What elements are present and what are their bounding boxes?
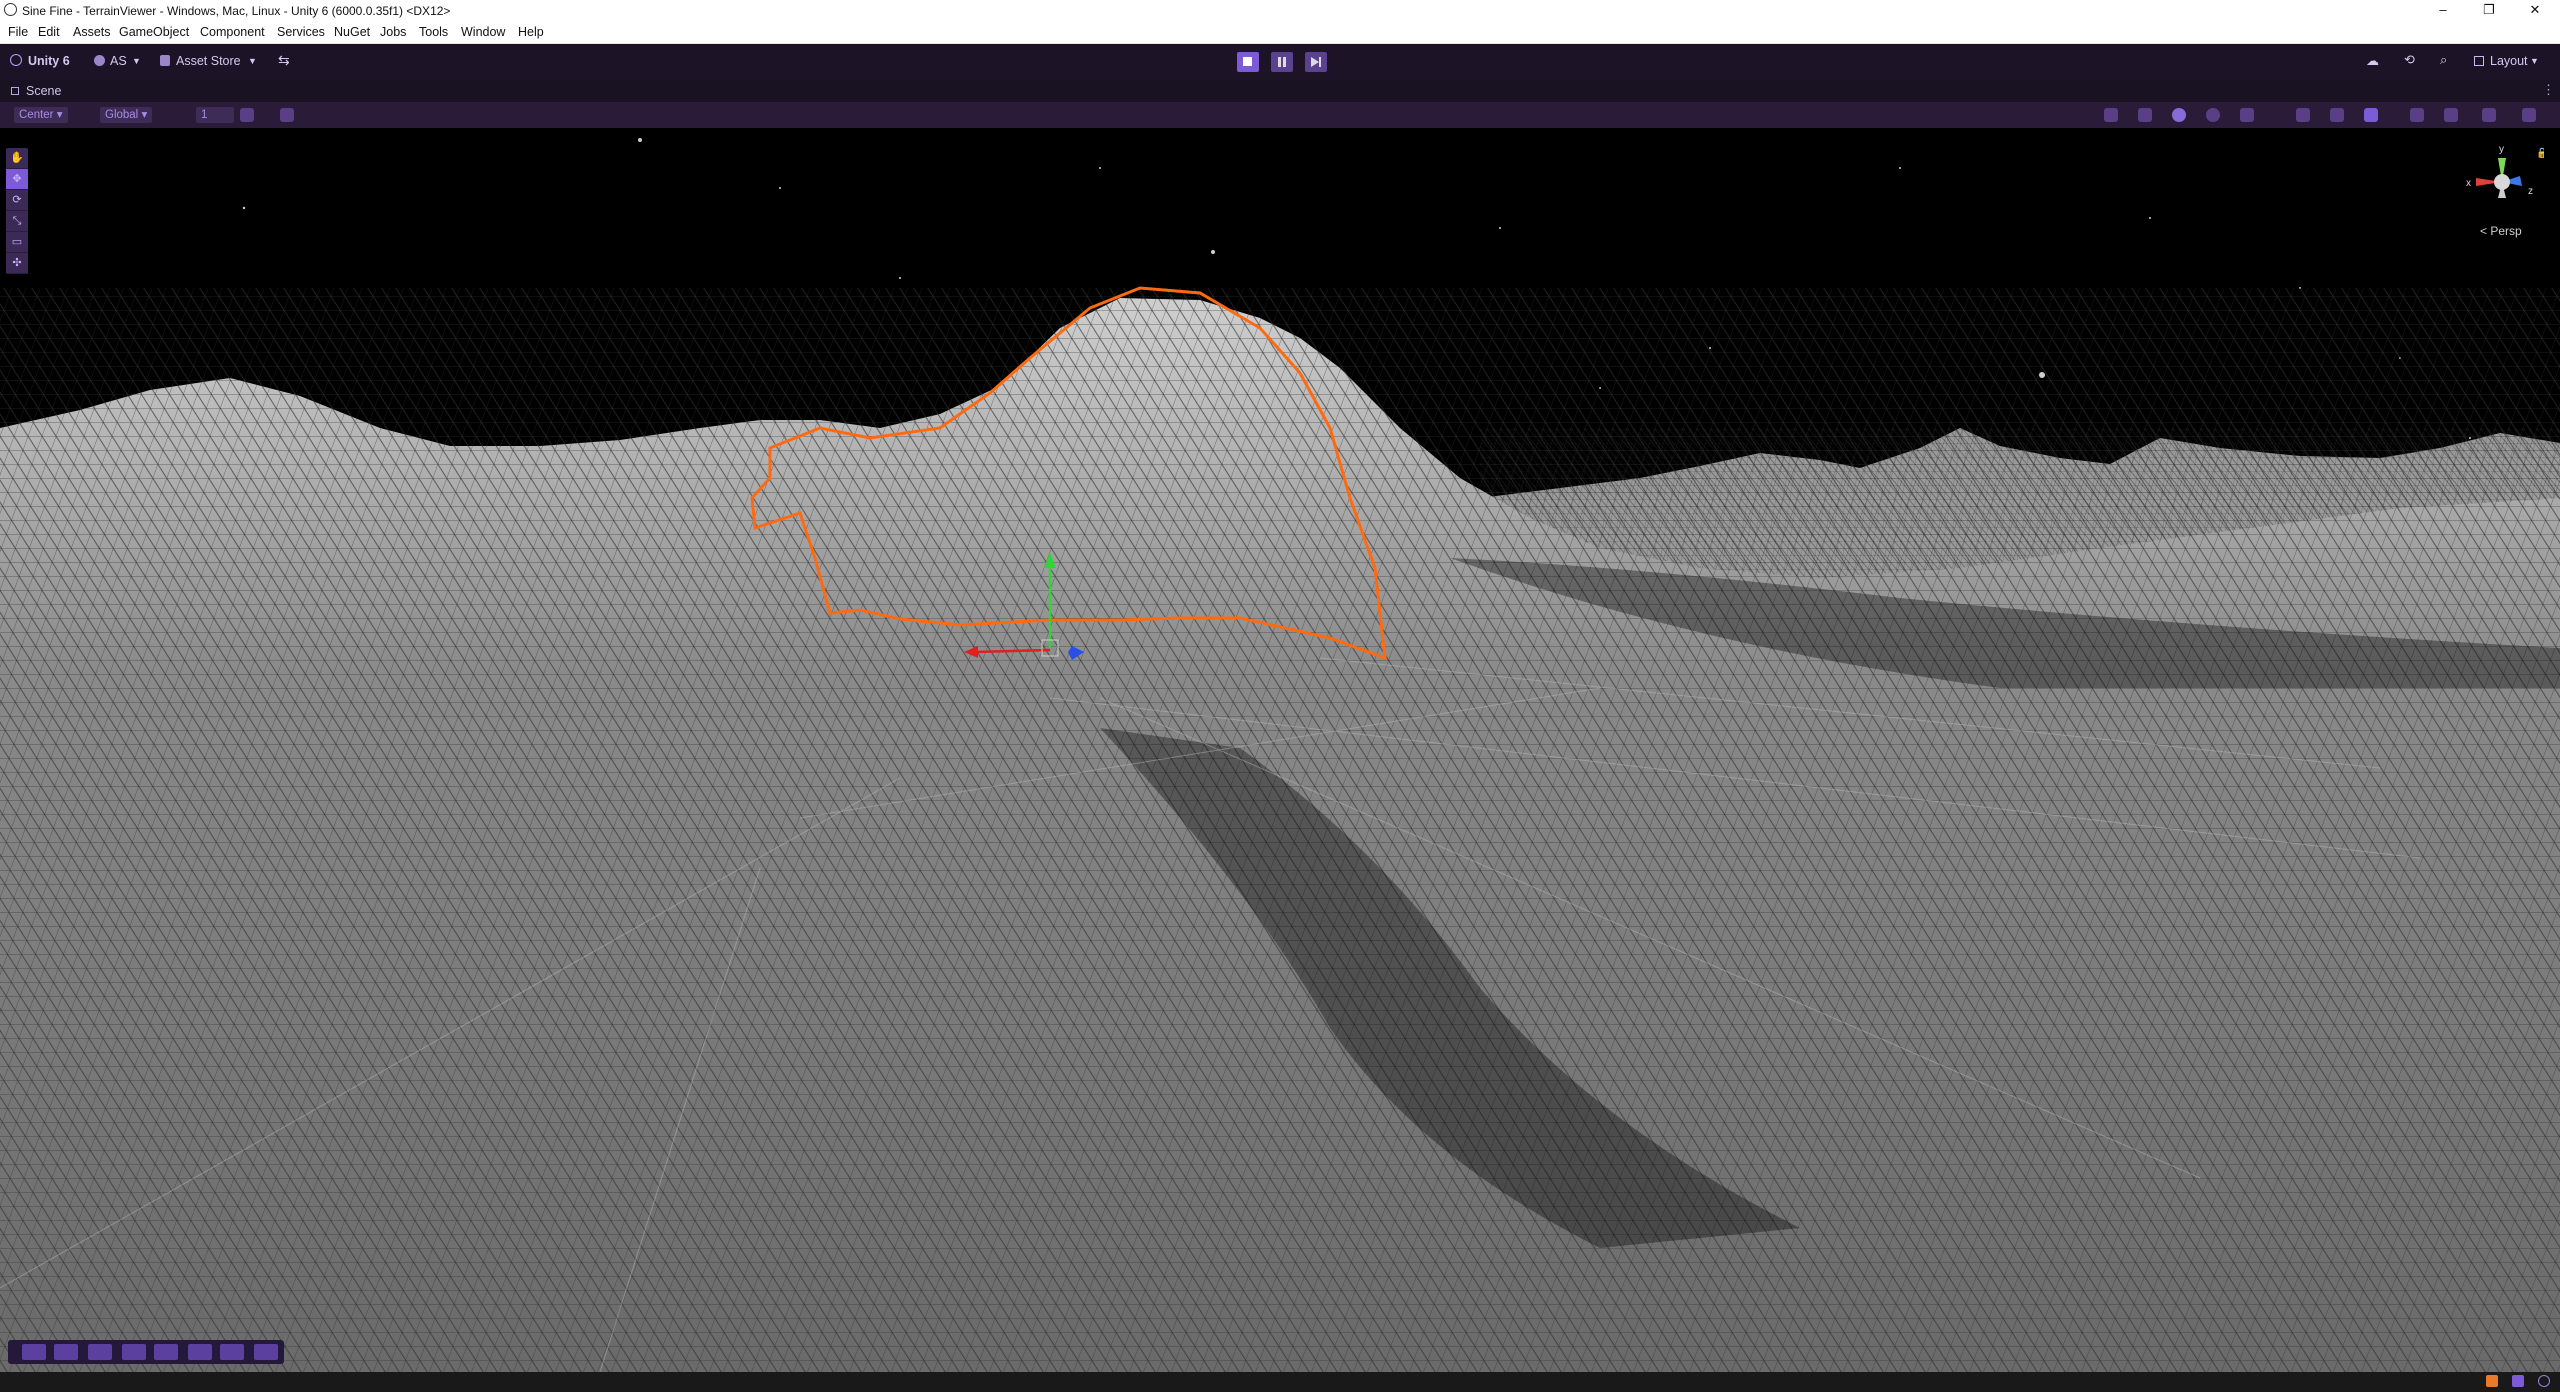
chevron-down-icon: ▼ [2530, 56, 2539, 66]
paint-icon[interactable] [122, 1344, 146, 1360]
snap-icon[interactable] [280, 108, 294, 122]
grid-visibility-icon[interactable] [240, 108, 254, 122]
tab-menu-icon[interactable]: ⋮ [2542, 82, 2555, 98]
minimize-button[interactable]: – [2420, 0, 2466, 20]
move-icon[interactable] [22, 1344, 46, 1360]
gizmo-y-label: y [2499, 144, 2504, 155]
gizmo-z-label: z [2528, 186, 2533, 197]
scene-tab-icon [11, 87, 19, 95]
gizmos-icon[interactable] [2522, 108, 2536, 122]
asset-store-icon [160, 55, 170, 66]
step-icon [1311, 57, 1319, 67]
main-toolbar: Unity 6 AS ▼ Asset Store ▼ ⇆ ☁ ⟲ ⌕ Layou… [0, 44, 2560, 80]
menu-component[interactable]: Component [200, 25, 265, 39]
scene-viewport[interactable] [0, 128, 2560, 1372]
menu-bar: File Edit Assets GameObject Component Se… [0, 20, 2560, 44]
layout-dropdown[interactable]: Layout [2490, 54, 2528, 68]
lock-icon: 🔒 [2536, 147, 2544, 159]
menu-window[interactable]: Window [461, 25, 505, 39]
grid-snap-input[interactable]: 1 [196, 107, 234, 123]
menu-nuget[interactable]: NuGet [334, 25, 370, 39]
shading-wireframe-icon[interactable] [2104, 108, 2118, 122]
play-button[interactable] [1237, 52, 1259, 72]
hand-tool-icon[interactable]: ✋ [6, 148, 28, 169]
pause-button[interactable] [1271, 52, 1293, 72]
unity-version-button[interactable]: Unity 6 [28, 54, 70, 68]
window-titlebar: Sine Fine - TerrainViewer - Windows, Mac… [0, 0, 2560, 20]
camera-settings-icon[interactable] [2482, 108, 2496, 122]
2d-toggle-icon[interactable] [2296, 108, 2310, 122]
bug-icon[interactable] [2486, 1375, 2498, 1387]
menu-tools[interactable]: Tools [419, 25, 448, 39]
rotate-tool-icon[interactable]: ⟳ [6, 190, 28, 211]
shading-lit-icon[interactable] [2172, 108, 2186, 122]
orientation-gizmo[interactable]: y x z 🔒 [2462, 138, 2544, 218]
asset-store-button[interactable]: Asset Store [176, 54, 241, 68]
pivot-mode-dropdown[interactable]: Center ▾ [14, 107, 68, 123]
gizmo-x-label: x [2466, 178, 2471, 189]
close-button[interactable]: ✕ [2512, 0, 2558, 20]
move-tool-icon[interactable]: ✥ [6, 169, 28, 190]
scene-overlay-toolbar: Center ▾ Global ▾ 1 [0, 102, 2560, 128]
menu-jobs[interactable]: Jobs [380, 25, 406, 39]
render-mode-icon[interactable] [2206, 108, 2220, 122]
layout-icon [2474, 56, 2484, 66]
scale-tool-icon[interactable]: ⤡ [6, 211, 28, 232]
cloud-icon[interactable]: ☁ [2366, 53, 2379, 69]
scene-tab[interactable]: Scene [26, 84, 61, 98]
account-dropdown[interactable]: AS [110, 54, 127, 68]
menu-help[interactable]: Help [518, 25, 544, 39]
brush-icon[interactable] [154, 1344, 178, 1360]
search-icon[interactable]: ⌕ [2440, 52, 2447, 68]
transform-tool-icon[interactable]: ✣ [6, 253, 28, 274]
layers-icon[interactable] [54, 1344, 78, 1360]
menu-edit[interactable]: Edit [38, 25, 60, 39]
chevron-down-icon: ▼ [248, 56, 257, 66]
shading-shaded-icon[interactable] [2138, 108, 2152, 122]
effects-icon[interactable] [2364, 108, 2378, 122]
history-icon[interactable]: ⟲ [2404, 52, 2415, 68]
scene-tab-bar: Scene ⋮ [0, 80, 2560, 102]
unity-logo-icon [4, 3, 17, 16]
lighting-toggle-icon[interactable] [2330, 108, 2344, 122]
visibility-icon[interactable] [2410, 108, 2424, 122]
unity-logo-icon [10, 54, 22, 66]
account-icon [94, 55, 105, 66]
bottom-overlay-toolbar [8, 1340, 284, 1364]
menu-services[interactable]: Services [277, 25, 325, 39]
menu-assets[interactable]: Assets [73, 25, 111, 39]
pivot-rotation-dropdown[interactable]: Global ▾ [100, 107, 153, 123]
zoom-icon[interactable] [188, 1344, 212, 1360]
layers-status-icon[interactable] [2512, 1375, 2524, 1387]
menu-file[interactable]: File [8, 25, 28, 39]
window-title: Sine Fine - TerrainViewer - Windows, Mac… [22, 4, 451, 18]
menu-gameobject[interactable]: GameObject [119, 25, 189, 39]
maximize-button[interactable]: ❐ [2466, 0, 2512, 20]
scene-tools-panel: ✋ ✥ ⟳ ⤡ ▭ ✣ [6, 148, 28, 274]
status-bar [0, 1372, 2560, 1392]
play-icon [1243, 57, 1252, 66]
version-control-icon[interactable]: ⇆ [278, 52, 290, 69]
projection-toggle[interactable]: < Persp [2480, 224, 2522, 238]
settings-icon[interactable] [254, 1344, 278, 1360]
scene-visibility-icon[interactable] [2444, 108, 2458, 122]
chevron-down-icon: ▼ [132, 56, 141, 66]
draw-mode-icon[interactable] [2240, 108, 2254, 122]
step-button[interactable] [1305, 52, 1327, 72]
rect-tool-icon[interactable]: ▭ [6, 232, 28, 253]
terrain-tool-icon[interactable] [88, 1344, 112, 1360]
pan-icon[interactable] [220, 1344, 244, 1360]
check-icon[interactable] [2538, 1375, 2550, 1387]
